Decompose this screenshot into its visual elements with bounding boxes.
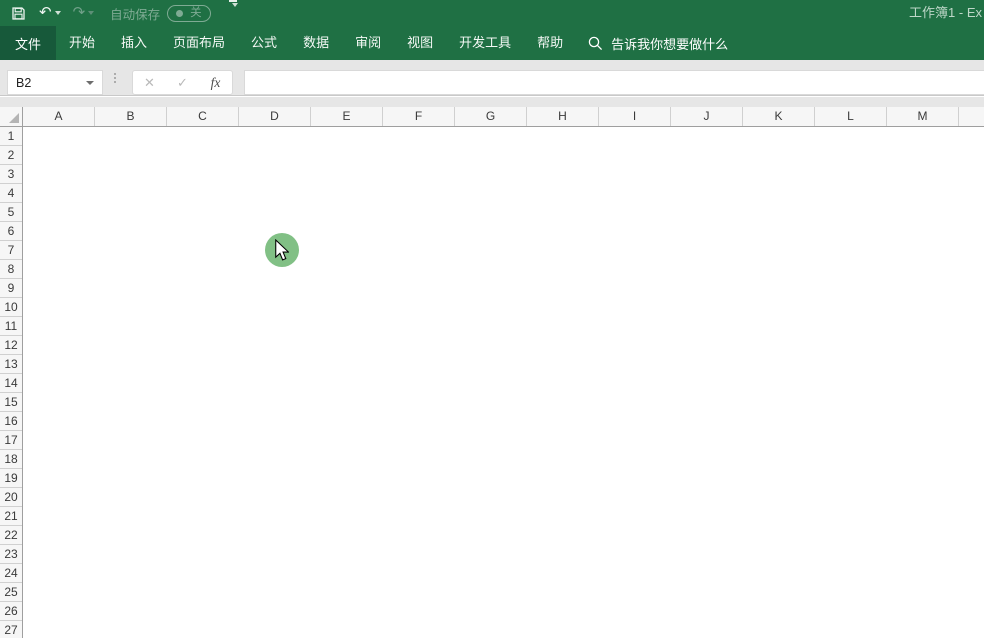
column-headers: A B C D E F G H I J K L xyxy=(23,107,959,126)
column-header[interactable]: K xyxy=(743,107,815,126)
column-header-row: A B C D E F G H I J K L xyxy=(0,107,984,127)
row-header[interactable]: 13 xyxy=(0,355,22,374)
column-header-partial[interactable] xyxy=(959,107,984,126)
cancel-button[interactable]: ✕ xyxy=(133,75,166,91)
row-header[interactable]: 21 xyxy=(0,507,22,526)
ribbon-tab[interactable]: 开始 xyxy=(56,26,108,60)
worksheet-body: 1 2 3 4 5 6 7 8 9 10 11 12 xyxy=(0,127,984,638)
ribbon-tab[interactable]: 公式 xyxy=(238,26,290,60)
row-header[interactable]: 9 xyxy=(0,279,22,298)
ribbon-tab[interactable]: 审阅 xyxy=(342,26,394,60)
select-all-triangle-icon xyxy=(9,113,19,123)
row-header[interactable]: 8 xyxy=(0,260,22,279)
ribbon-tab[interactable]: 开发工具 xyxy=(446,26,524,60)
autosave-toggle[interactable]: 关 xyxy=(167,5,211,22)
row-header[interactable]: 25 xyxy=(0,583,22,602)
autosave-label: 自动保存 xyxy=(110,4,160,23)
column-header[interactable]: F xyxy=(383,107,455,126)
column-header[interactable]: E xyxy=(311,107,383,126)
chevron-down-icon xyxy=(88,11,94,15)
row-header[interactable]: 10 xyxy=(0,298,22,317)
column-header[interactable]: B xyxy=(95,107,167,126)
name-box[interactable]: B2 xyxy=(7,70,103,95)
row-header[interactable]: 26 xyxy=(0,602,22,621)
select-all-button[interactable] xyxy=(0,107,23,126)
formula-input[interactable] xyxy=(244,70,984,95)
formula-bar-row: B2 ✕ ✓ fx xyxy=(0,60,984,96)
row-header[interactable]: 12 xyxy=(0,336,22,355)
row-header[interactable]: 2 xyxy=(0,146,22,165)
name-box-value: B2 xyxy=(8,76,86,90)
ribbon-tab[interactable]: 页面布局 xyxy=(160,26,238,60)
toggle-knob-icon xyxy=(176,10,183,17)
chevron-down-icon xyxy=(55,11,61,15)
column-header[interactable]: M xyxy=(887,107,959,126)
tell-me-search[interactable]: 告诉我你想要做什么 xyxy=(588,26,728,60)
column-header[interactable]: H xyxy=(527,107,599,126)
excel-window: ↶ ↷ 自动保存 关 工作簿1 - Ex 文件 开始 xyxy=(0,0,984,638)
window-title: 工作簿1 - Ex xyxy=(909,0,982,26)
column-header[interactable]: J xyxy=(671,107,743,126)
autosave-state: 关 xyxy=(190,6,202,21)
column-header[interactable]: D xyxy=(239,107,311,126)
tab-file[interactable]: 文件 xyxy=(0,26,56,60)
column-header[interactable]: G xyxy=(455,107,527,126)
column-header[interactable]: L xyxy=(815,107,887,126)
ribbon-tab[interactable]: 视图 xyxy=(394,26,446,60)
ribbon-tab[interactable]: 帮助 xyxy=(524,26,576,60)
chevron-down-icon[interactable] xyxy=(86,81,94,85)
row-header[interactable]: 11 xyxy=(0,317,22,336)
row-header[interactable]: 3 xyxy=(0,165,22,184)
ribbon-tab[interactable]: 数据 xyxy=(290,26,342,60)
row-header[interactable]: 15 xyxy=(0,393,22,412)
undo-button[interactable]: ↶ xyxy=(39,0,61,26)
search-icon xyxy=(588,36,603,51)
chevron-down-icon xyxy=(232,3,238,7)
row-header[interactable]: 14 xyxy=(0,374,22,393)
column-header[interactable]: I xyxy=(599,107,671,126)
ribbon-tab[interactable]: 插入 xyxy=(108,26,160,60)
row-header[interactable]: 7 xyxy=(0,241,22,260)
title-bar: ↶ ↷ 自动保存 关 工作簿1 - Ex xyxy=(0,0,984,26)
row-header[interactable]: 22 xyxy=(0,526,22,545)
row-header[interactable]: 27 xyxy=(0,621,22,638)
insert-function-button[interactable]: fx xyxy=(199,75,232,91)
overflow-bar-icon xyxy=(229,0,237,2)
row-header[interactable]: 23 xyxy=(0,545,22,564)
quick-access-toolbar: ↶ ↷ 自动保存 关 xyxy=(12,0,238,26)
column-header[interactable]: C xyxy=(167,107,239,126)
row-header[interactable]: 18 xyxy=(0,450,22,469)
row-header[interactable]: 5 xyxy=(0,203,22,222)
row-header[interactable]: 24 xyxy=(0,564,22,583)
row-header[interactable]: 4 xyxy=(0,184,22,203)
formula-bar-resize-handle[interactable] xyxy=(114,73,116,83)
row-header[interactable]: 17 xyxy=(0,431,22,450)
row-headers: 1 2 3 4 5 6 7 8 9 10 11 12 xyxy=(0,127,23,638)
save-icon xyxy=(12,7,25,20)
row-header[interactable]: 16 xyxy=(0,412,22,431)
redo-button[interactable]: ↷ xyxy=(73,0,95,26)
formula-bar-gap xyxy=(0,97,984,107)
sheet-area[interactable] xyxy=(23,127,984,638)
column-header[interactable]: A xyxy=(23,107,95,126)
row-header[interactable]: 20 xyxy=(0,488,22,507)
ribbon-tabs: 开始 插入 页面布局 公式 数据 审阅 视图 开发工具 帮助 xyxy=(56,26,576,60)
row-header[interactable]: 6 xyxy=(0,222,22,241)
customize-quick-access-button[interactable] xyxy=(229,0,238,26)
row-header[interactable]: 1 xyxy=(0,127,22,146)
redo-icon: ↷ xyxy=(73,0,86,26)
save-button[interactable] xyxy=(12,0,25,26)
row-header[interactable]: 19 xyxy=(0,469,22,488)
undo-icon: ↶ xyxy=(39,0,52,26)
ribbon-tab-bar: 文件 开始 插入 页面布局 公式 数据 审阅 视图 开发工具 帮助 xyxy=(0,26,984,60)
tell-me-label: 告诉我你想要做什么 xyxy=(611,34,728,53)
formula-button-group: ✕ ✓ fx xyxy=(132,70,233,95)
enter-button[interactable]: ✓ xyxy=(166,75,199,91)
